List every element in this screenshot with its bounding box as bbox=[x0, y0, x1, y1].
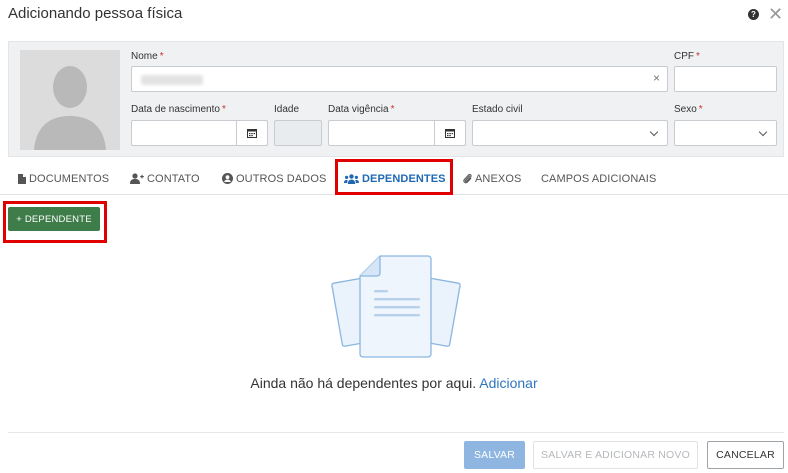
empty-documents-illustration-icon bbox=[330, 252, 462, 360]
name-label: Nome * bbox=[131, 51, 164, 62]
validity-calendar-icon[interactable] bbox=[434, 120, 466, 146]
tab-contato[interactable]: CONTATO bbox=[130, 162, 200, 195]
validity-date-label: Data vigência * bbox=[328, 104, 395, 115]
chevron-down-icon bbox=[649, 127, 659, 137]
birth-date-label: Data de nascimento * bbox=[131, 104, 226, 115]
help-icon[interactable]: ? bbox=[748, 9, 759, 20]
tab-label: CONTATO bbox=[147, 172, 200, 185]
tab-campos-adicionais[interactable]: CAMPOS ADICIONAIS bbox=[541, 162, 656, 195]
name-value-redacted bbox=[141, 75, 203, 85]
user-circle-icon bbox=[222, 173, 233, 184]
civil-status-label: Estado civil bbox=[472, 104, 523, 115]
tab-label: DOCUMENTOS bbox=[29, 172, 110, 185]
birth-date-input[interactable] bbox=[131, 120, 268, 146]
cancel-button[interactable]: CANCELAR bbox=[707, 441, 784, 469]
personal-data-panel: Nome * × CPF * Data de nascimento * Idade D… bbox=[8, 41, 784, 157]
birth-calendar-icon[interactable] bbox=[236, 120, 268, 146]
empty-state-text: Ainda não há dependentes por aqui. bbox=[250, 375, 477, 391]
cpf-input[interactable] bbox=[674, 66, 777, 92]
tab-label: ANEXOS bbox=[475, 172, 522, 185]
add-button-highlight bbox=[3, 201, 107, 243]
save-button[interactable]: SALVAR bbox=[464, 441, 525, 469]
active-tab-highlight bbox=[335, 159, 453, 195]
tab-label: OUTROS DADOS bbox=[236, 172, 327, 185]
tab-outros-dados[interactable]: OUTROS DADOS bbox=[222, 162, 326, 195]
clear-name-icon[interactable]: × bbox=[653, 71, 660, 85]
close-icon[interactable]: ✕ bbox=[768, 4, 783, 24]
dialog-title: Adicionando pessoa física bbox=[8, 5, 183, 22]
validity-date-input[interactable] bbox=[328, 120, 466, 146]
dialog-header: Adicionando pessoa física ? ✕ bbox=[0, 0, 788, 32]
age-input bbox=[274, 120, 322, 146]
civil-status-select[interactable] bbox=[472, 120, 668, 146]
sex-select[interactable] bbox=[674, 120, 777, 146]
paperclip-icon bbox=[463, 173, 472, 184]
empty-state-message: Ainda não há dependentes por aqui. Adici… bbox=[0, 375, 788, 391]
avatar-placeholder-icon[interactable] bbox=[20, 50, 120, 150]
tab-documentos[interactable]: DOCUMENTOS bbox=[18, 162, 109, 195]
tab-anexos[interactable]: ANEXOS bbox=[463, 162, 521, 195]
add-dependent-link[interactable]: Adicionar bbox=[479, 375, 537, 391]
document-icon bbox=[18, 173, 26, 184]
age-label: Idade bbox=[274, 104, 300, 115]
user-plus-icon bbox=[130, 173, 144, 184]
chevron-down-icon bbox=[758, 127, 768, 137]
save-and-add-new-button[interactable]: SALVAR E ADICIONAR NOVO bbox=[533, 441, 698, 469]
sex-label: Sexo * bbox=[674, 104, 703, 115]
name-input[interactable]: × bbox=[131, 66, 668, 92]
tab-label: CAMPOS ADICIONAIS bbox=[541, 172, 657, 185]
footer-divider bbox=[8, 432, 784, 433]
cpf-label: CPF * bbox=[674, 51, 700, 62]
